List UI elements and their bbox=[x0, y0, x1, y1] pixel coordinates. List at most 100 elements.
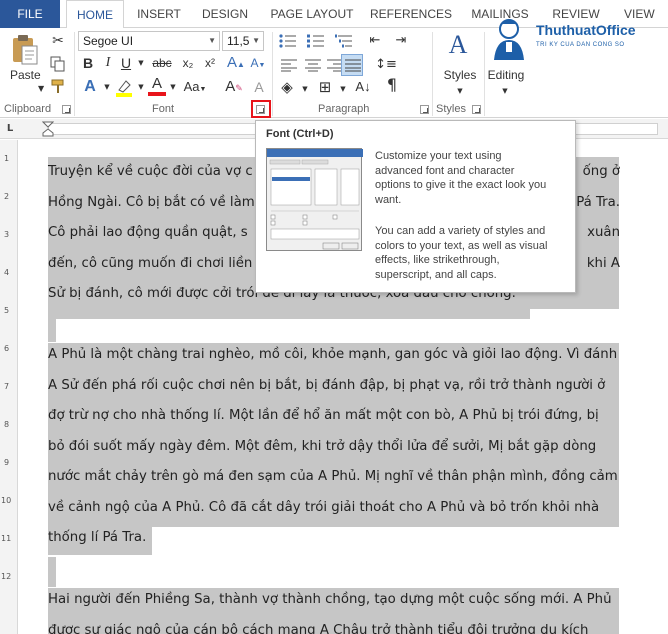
highlight-dropdown-icon[interactable]: ▼ bbox=[136, 78, 146, 96]
strikethrough-icon[interactable]: abc bbox=[150, 54, 174, 72]
thuthuatoffice-logo: ThuthuatOffice TRI KY CUA DAN CONG SO bbox=[478, 14, 668, 64]
paragraph-3-line: được sự giác ngộ của cán bộ cách mạng A … bbox=[48, 622, 589, 634]
character-border-icon[interactable]: A bbox=[250, 78, 268, 96]
tab-page-layout[interactable]: PAGE LAYOUT bbox=[264, 0, 360, 28]
font-name-combo[interactable]: Segoe UI ▼ bbox=[78, 31, 220, 51]
font-launcher-highlight[interactable] bbox=[251, 100, 271, 118]
paragraph-2-line: bỏ đói suốt mấy ngày đêm. Một đêm, khi t… bbox=[48, 438, 597, 454]
chevron-down-icon[interactable]: ▼ bbox=[208, 32, 216, 50]
chevron-down-icon[interactable]: ▼ bbox=[252, 32, 260, 50]
font-size-combo[interactable]: 11,5 ▼ bbox=[222, 31, 264, 51]
font-dialog-preview-image bbox=[267, 149, 363, 250]
paragraph-2-line: về cảnh ngộ của A Phủ. Cô đã cắt dây tró… bbox=[48, 499, 600, 515]
bold-icon[interactable]: B bbox=[80, 54, 96, 72]
increase-indent-icon[interactable]: ⇥ bbox=[390, 32, 412, 50]
align-center-icon[interactable] bbox=[304, 58, 322, 72]
tab-references[interactable]: REFERENCES bbox=[368, 0, 454, 28]
font-color-icon[interactable]: A bbox=[148, 76, 166, 96]
tooltip-line: superscript, and all caps. bbox=[375, 268, 497, 281]
justify-button[interactable] bbox=[341, 54, 363, 76]
clipboard-launcher-icon[interactable] bbox=[62, 105, 71, 114]
line-spacing-icon[interactable]: ↕≡ bbox=[374, 56, 398, 74]
vertical-ruler[interactable]: 1 2 3 4 5 6 7 8 9 10 11 12 bbox=[0, 140, 18, 634]
tooltip-line: want. bbox=[375, 193, 402, 206]
align-left-icon[interactable] bbox=[280, 58, 298, 72]
tooltip-line: You can add a variety of styles and bbox=[375, 225, 546, 237]
tooltip-description-2: You can add a variety of styles and colo… bbox=[375, 224, 569, 282]
tab-home[interactable]: HOME bbox=[66, 0, 124, 29]
vertical-ruler-number: 1 bbox=[4, 154, 10, 163]
paragraph-mark-selection bbox=[48, 312, 56, 342]
paragraph-2-line: A Sử đến phá rối cuộc chơi nên bị bắt, b… bbox=[48, 377, 606, 393]
change-case-icon[interactable]: Aa▼ bbox=[182, 78, 208, 99]
paragraph-2-line: đợ trừ nợ cho nhà thống lí. Một lần để h… bbox=[48, 408, 599, 423]
tooltip-line: advanced font and character bbox=[375, 164, 515, 177]
tab-design[interactable]: DESIGN bbox=[194, 0, 256, 28]
font-color-dropdown-icon[interactable]: ▼ bbox=[168, 78, 178, 96]
selection-highlight bbox=[48, 309, 530, 319]
shading-dropdown-icon[interactable]: ▼ bbox=[300, 80, 310, 98]
subscript-icon[interactable]: x₂ bbox=[178, 54, 198, 72]
justify-icon bbox=[345, 59, 361, 72]
tooltip-line: Customize your text using bbox=[375, 150, 502, 162]
numbering-icon[interactable] bbox=[306, 33, 326, 49]
shrink-font-icon[interactable]: A▼ bbox=[248, 54, 268, 75]
styles-launcher-icon[interactable] bbox=[472, 105, 481, 114]
group-separator bbox=[432, 32, 433, 116]
cut-icon[interactable]: ✂ bbox=[48, 32, 68, 50]
tab-file[interactable]: FILE bbox=[0, 0, 60, 28]
vertical-ruler-number: 8 bbox=[4, 420, 10, 429]
vertical-ruler-number: 4 bbox=[4, 268, 10, 277]
vertical-ruler-number: 5 bbox=[4, 306, 10, 315]
borders-icon[interactable]: ⊞ bbox=[314, 78, 336, 96]
logo-mascot-icon bbox=[494, 19, 524, 60]
paragraph-2-line: A Phủ là một chàng trai nghèo, mồ côi, k… bbox=[48, 347, 618, 362]
font-name-value: Segoe UI bbox=[83, 34, 134, 48]
vertical-ruler-number: 12 bbox=[1, 572, 12, 581]
paragraph-2-line: nước mắt chảy trên gò má đen sạm của A P… bbox=[48, 469, 618, 484]
text-effects-dropdown-icon[interactable]: ▼ bbox=[102, 78, 112, 96]
underline-icon[interactable]: U bbox=[118, 54, 134, 72]
underline-dropdown-icon[interactable]: ▼ bbox=[136, 54, 146, 72]
tab-selector-icon[interactable]: L bbox=[4, 123, 16, 135]
show-formatting-icon[interactable]: ¶ bbox=[382, 76, 402, 94]
clipboard-group-label: Clipboard bbox=[4, 103, 52, 115]
vertical-ruler-number: 7 bbox=[4, 382, 10, 391]
superscript-icon[interactable]: x² bbox=[200, 54, 220, 72]
format-painter-icon[interactable] bbox=[50, 78, 66, 94]
paragraph-2-line: thống lí Pá Tra. bbox=[48, 530, 147, 545]
vertical-ruler-number: 3 bbox=[4, 230, 10, 239]
bullets-icon[interactable] bbox=[278, 33, 298, 49]
paste-dropdown-icon[interactable]: ▼ bbox=[38, 80, 44, 98]
highlight-color-icon[interactable] bbox=[114, 78, 134, 98]
styles-group-label: Styles bbox=[436, 103, 466, 115]
borders-dropdown-icon[interactable]: ▼ bbox=[338, 80, 348, 98]
logo-title: ThuthuatOffice bbox=[536, 22, 636, 38]
paragraph-mark-selection bbox=[48, 557, 56, 587]
grow-font-icon[interactable]: A▲ bbox=[226, 54, 246, 74]
font-group-label: Font bbox=[152, 103, 175, 115]
tooltip-line: options to give it the exact look you bbox=[375, 179, 547, 191]
decrease-indent-icon[interactable]: ⇤ bbox=[364, 32, 386, 50]
group-separator bbox=[74, 32, 75, 116]
italic-icon[interactable]: I bbox=[100, 54, 116, 72]
clear-formatting-icon[interactable]: A✎ bbox=[224, 78, 244, 97]
tooltip-line: effects, like strikethrough, bbox=[375, 254, 500, 266]
styles-dropdown-icon[interactable]: ▼ bbox=[455, 82, 465, 100]
vertical-ruler-number: 11 bbox=[1, 534, 12, 543]
styles-icon[interactable]: A bbox=[444, 30, 472, 60]
vertical-ruler-number: 6 bbox=[4, 344, 10, 353]
text-effects-icon[interactable]: A bbox=[80, 78, 100, 96]
copy-icon[interactable] bbox=[50, 56, 66, 72]
sort-icon[interactable]: A↓ bbox=[352, 78, 374, 96]
paragraph-1-line-end: khi A bbox=[586, 255, 620, 271]
paste-button-label[interactable]: Paste bbox=[10, 68, 41, 82]
editing-dropdown-icon[interactable]: ▼ bbox=[500, 82, 510, 100]
indent-marker-icon[interactable] bbox=[42, 121, 54, 137]
shading-icon[interactable]: ◈ bbox=[276, 78, 298, 96]
paragraph-launcher-icon[interactable] bbox=[420, 105, 429, 114]
paste-icon[interactable] bbox=[10, 34, 40, 66]
tab-insert[interactable]: INSERT bbox=[130, 0, 188, 28]
multilevel-list-icon[interactable] bbox=[334, 33, 354, 49]
tooltip-description-1: Customize your text using advanced font … bbox=[375, 149, 569, 207]
